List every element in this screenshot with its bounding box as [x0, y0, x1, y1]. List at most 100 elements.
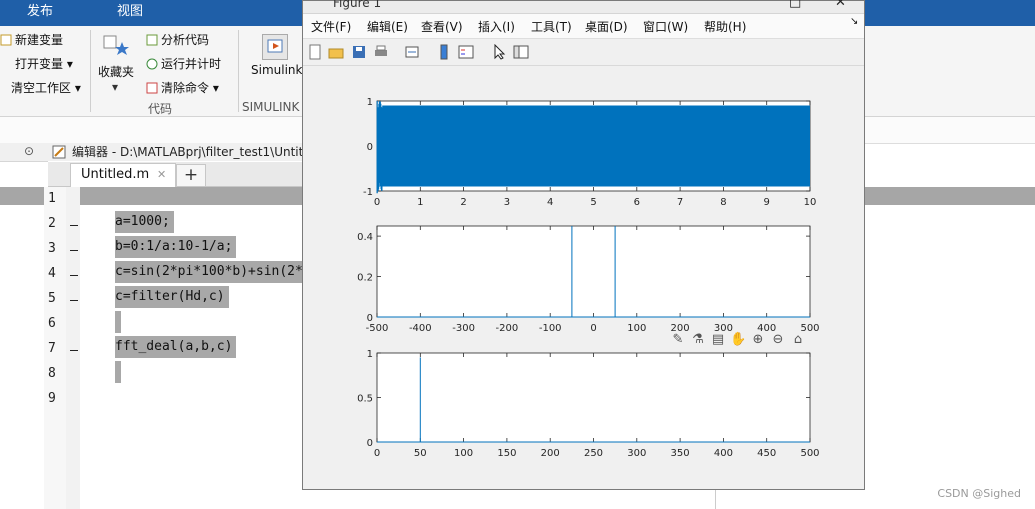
x-tick-label: 10 [804, 197, 817, 208]
simulink-section-label: SIMULINK [242, 100, 300, 114]
x-tick-label: 250 [584, 448, 603, 459]
open-file-icon[interactable] [328, 44, 344, 60]
clear-workspace-icon [0, 82, 8, 94]
link-plot-icon[interactable] [404, 44, 420, 60]
current-folder-header: ⊙ [0, 143, 48, 162]
figure-window: Figure 1 □ ✕ 文件(F) 编辑(E) 查看(V) 插入(I) 工具(… [302, 0, 865, 490]
x-tick-label: 2 [460, 197, 466, 208]
tab-view[interactable]: 视图 [100, 0, 160, 26]
analyze-code-label: 分析代码 [161, 33, 210, 47]
new-variable-icon [0, 34, 12, 46]
favorites-button[interactable]: 收藏夹 [98, 63, 134, 80]
line-number: 6 [48, 316, 56, 331]
close-tab-icon[interactable]: ✕ [157, 164, 166, 186]
menu-window[interactable]: 窗口(W) [643, 18, 688, 35]
ribbon-separator [238, 30, 239, 112]
x-tick-label: 200 [541, 448, 560, 459]
tab-label: Untitled.m [81, 167, 150, 182]
y-tick-label: -1 [363, 187, 373, 198]
line-number: 7 [48, 341, 56, 356]
insert-legend-icon[interactable] [458, 44, 474, 60]
menu-edit[interactable]: 编辑(E) [367, 18, 408, 35]
tab-publish[interactable]: 发布 [10, 0, 70, 26]
code-line[interactable] [115, 361, 121, 383]
print-icon[interactable] [373, 44, 389, 60]
menu-file[interactable]: 文件(F) [311, 18, 351, 35]
axes-half-spectrum[interactable]: 0 50 100 150 200 250 300 350 400 450 500 0 0.5 1 [357, 349, 819, 459]
x-tick-label: 200 [671, 323, 690, 334]
x-tick-label: 5 [590, 197, 596, 208]
save-icon[interactable] [351, 44, 367, 60]
series-line [376, 100, 383, 194]
new-variable-button[interactable]: 新建变量 [0, 31, 63, 48]
menu-desktop[interactable]: 桌面(D) [585, 18, 628, 35]
y-tick-label: 0 [367, 142, 373, 153]
y-tick-label: 0.2 [357, 273, 373, 284]
line-number: 4 [48, 266, 56, 281]
favorites-icon [100, 32, 132, 58]
x-tick-label: 350 [671, 448, 690, 459]
simulink-icon [262, 34, 288, 60]
close-icon[interactable]: ✕ [835, 0, 846, 10]
axes-time-signal[interactable]: 0 1 2 3 4 5 6 7 8 9 10-101 [363, 97, 816, 208]
executable-line-marker[interactable] [70, 350, 78, 351]
executable-line-marker[interactable] [70, 250, 78, 251]
figure-canvas: 0 1 2 3 4 5 6 7 8 9 10-101 -500 -400 -300 -200 -100 0 10… [357, 97, 820, 459]
analyze-code-button[interactable]: 分析代码 [146, 31, 209, 48]
code-line[interactable]: a=1000; [115, 211, 174, 233]
clear-commands-button[interactable]: 清除命令 ▾ [146, 79, 219, 96]
pointer-icon[interactable] [491, 44, 507, 60]
clear-commands-label: 清除命令 [161, 81, 210, 95]
property-inspector-icon[interactable] [513, 44, 529, 60]
breakpoint-column[interactable] [66, 187, 80, 509]
y-tick-label: 0 [367, 313, 373, 324]
menu-overflow-icon[interactable]: ↘ [850, 16, 858, 27]
run-and-time-icon [146, 58, 158, 70]
x-tick-label: 1 [417, 197, 423, 208]
menu-help[interactable]: 帮助(H) [704, 18, 746, 35]
code-line[interactable]: c=filter(Hd,c) [115, 286, 229, 308]
x-tick-label: 4 [547, 197, 553, 208]
favorites-dropdown-icon[interactable]: ▾ [112, 80, 118, 94]
x-tick-label: 400 [714, 448, 733, 459]
line-number: 2 [48, 216, 56, 231]
simulink-button[interactable]: Simulink [251, 63, 302, 77]
menu-view[interactable]: 查看(V) [421, 18, 463, 35]
axes-full-spectrum[interactable]: -500 -400 -300 -200 -100 0 100 200 300 400 500 0 0.2… [357, 225, 820, 334]
line-number: 8 [48, 366, 56, 381]
menu-insert[interactable]: 插入(I) [478, 18, 515, 35]
add-tab-button[interactable]: + [176, 164, 206, 187]
code-section-label: 代码 [148, 102, 173, 116]
open-variable-icon [0, 58, 12, 70]
code-line[interactable]: fft_deal(a,b,c) [115, 336, 237, 358]
code-line[interactable]: b=0:1/a:10-1/a; [115, 236, 237, 258]
pane-divider [715, 488, 716, 509]
series-line [382, 105, 810, 187]
executable-line-marker[interactable] [70, 275, 78, 276]
x-tick-label: 8 [720, 197, 726, 208]
tab-untitled-m[interactable]: Untitled.m ✕ [70, 163, 176, 187]
x-tick-label: 0 [374, 197, 380, 208]
line-number: 1 [48, 191, 56, 206]
plot-area [376, 352, 811, 443]
executable-line-marker[interactable] [70, 225, 78, 226]
editor-title: 编辑器 - D:\MATLABprj\filter_test1\Untitled… [72, 145, 308, 159]
run-and-time-button[interactable]: 运行并计时 [146, 55, 221, 72]
open-variable-button[interactable]: 打开变量 ▾ [0, 55, 73, 72]
ribbon-separator [90, 30, 91, 112]
code-line[interactable] [115, 311, 121, 333]
plot-area [376, 225, 811, 318]
x-tick-label: 0 [590, 323, 596, 334]
x-tick-label: 7 [677, 197, 683, 208]
figure-title-bar: Figure 1 □ ✕ [303, 0, 864, 14]
x-tick-label: 500 [800, 448, 819, 459]
new-figure-icon[interactable] [307, 44, 323, 60]
insert-colorbar-icon[interactable] [436, 44, 452, 60]
x-tick-label: 3 [504, 197, 510, 208]
maximize-icon[interactable]: □ [789, 0, 801, 10]
menu-tools[interactable]: 工具(T) [531, 18, 572, 35]
panel-menu-icon[interactable]: ⊙ [24, 144, 34, 158]
clear-workspace-button[interactable]: 清空工作区 ▾ [0, 79, 81, 96]
figure-toolbar [303, 39, 864, 66]
executable-line-marker[interactable] [70, 300, 78, 301]
